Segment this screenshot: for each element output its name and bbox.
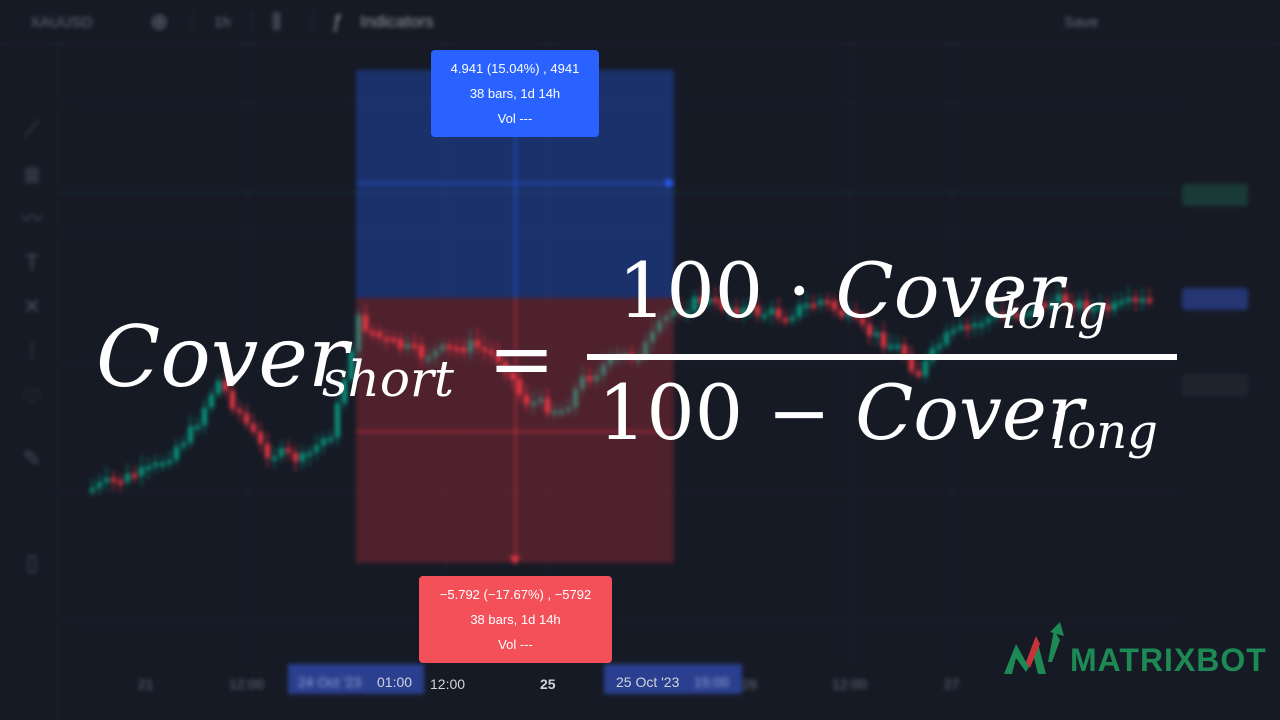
denominator-prefix: 100 −	[598, 368, 856, 457]
formula-denominator-subscript: long	[1052, 404, 1158, 460]
formula-numerator: 100 · Cover	[618, 246, 1064, 335]
fraction-bar	[587, 354, 1177, 360]
formula-numerator-subscript: long	[1002, 284, 1108, 340]
formula-lhs-subscript: short	[322, 350, 454, 408]
numerator-prefix: 100 ·	[618, 246, 836, 335]
formula-equals: =	[488, 312, 556, 405]
trading-chart-app: XAUUSD ⊕ 1h ⫼ ƒ Indicators Save ⟋ ≣ 〰 T …	[0, 0, 1280, 720]
denominator-variable: Cover	[855, 368, 1084, 457]
matrixbot-logo: MATRIXBOT	[1004, 622, 1266, 682]
logo-text: MATRIXBOT	[1070, 642, 1267, 678]
formula-overlay: Cover short = 100 · Cover long 100 − Cov…	[0, 0, 1280, 720]
formula-denominator: 100 − Cover	[598, 368, 1083, 457]
formula-lhs: Cover	[96, 308, 349, 406]
logo-mark-icon	[1004, 622, 1064, 674]
